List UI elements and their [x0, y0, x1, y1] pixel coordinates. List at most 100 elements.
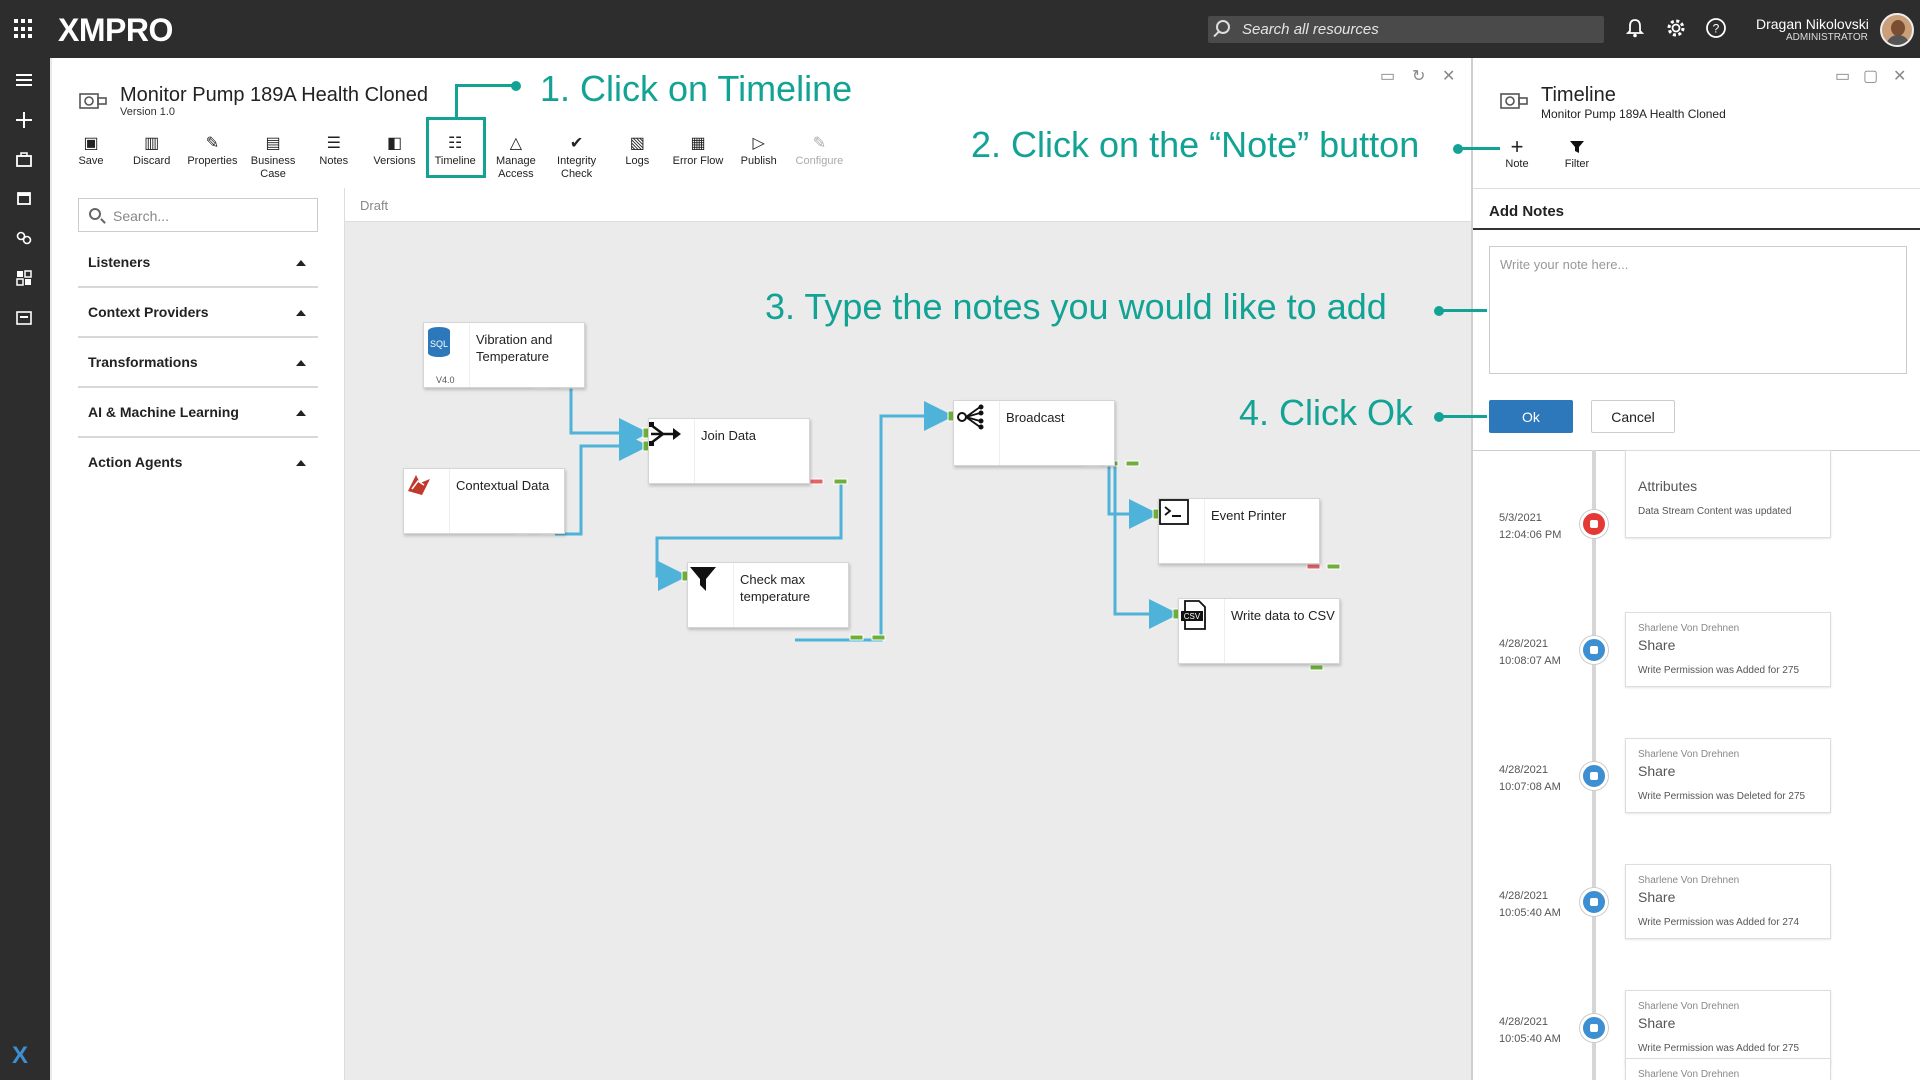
- add-notes-header: Add Notes: [1473, 188, 1920, 230]
- toolbar-discard-button[interactable]: ▥ Discard: [123, 133, 181, 168]
- filter-icon: [688, 563, 734, 627]
- refresh-icon[interactable]: ↻: [1412, 66, 1425, 86]
- user-name[interactable]: Dragan Nikolovski: [1756, 16, 1869, 32]
- toolbar-button-label: Notes: [319, 155, 349, 167]
- timeline-share-icon: [1580, 636, 1608, 664]
- ok-button[interactable]: Ok: [1489, 400, 1573, 433]
- note-button[interactable]: + Note: [1497, 136, 1537, 171]
- timeline-description: Write Permission was Added for 275: [1638, 665, 1800, 676]
- timeline-share-icon: [1580, 888, 1608, 916]
- toolbar-button-label: Logs: [625, 155, 650, 167]
- join-icon: [649, 419, 695, 483]
- xmpro-logo: XMPRO: [58, 12, 173, 48]
- timeline-user: Sharlene Von Drehnen: [1638, 875, 1740, 886]
- node-check-max-temperature[interactable]: Check max temperature: [687, 562, 849, 628]
- timeline-card[interactable]: Attributes Data Stream Content was updat…: [1625, 450, 1831, 538]
- toolbar-error-flow-button[interactable]: ▦ Error Flow: [669, 133, 727, 168]
- node-label: Event Printer: [1211, 508, 1287, 523]
- minimize-icon[interactable]: ▭: [1835, 66, 1850, 86]
- app-grid-icon[interactable]: [14, 19, 34, 39]
- timeline-date: 4/28/2021 10:05:40 AM: [1499, 890, 1561, 919]
- node-vibration-temperature[interactable]: SQL Vibration and Temperature V4.0: [423, 322, 585, 388]
- category-action-agents[interactable]: Action Agents: [78, 438, 318, 488]
- broadcast-icon: [954, 401, 1000, 465]
- toolbox-sidebar: Search... Listeners Context Providers Tr…: [52, 188, 344, 1080]
- toolbar-business-case-button[interactable]: ▤ Business Case: [244, 133, 302, 181]
- briefcase-nav-icon[interactable]: [13, 150, 35, 172]
- timeline-card[interactable]: Sharlene Von Drehnen Share Write Permiss…: [1625, 738, 1831, 813]
- port-error: [1306, 563, 1321, 570]
- bell-icon[interactable]: [1623, 17, 1647, 41]
- node-event-printer[interactable]: Event Printer: [1158, 498, 1320, 564]
- timeline-card[interactable]: Sharlene Von Drehnen Share Write Permiss…: [1625, 612, 1831, 687]
- global-search-input[interactable]: Search all resources: [1208, 16, 1604, 43]
- gear-icon[interactable]: [1664, 17, 1688, 41]
- category-ai-ml[interactable]: AI & Machine Learning: [78, 388, 318, 438]
- toolbar-button-label: Versions: [373, 155, 416, 167]
- pump-icon: [1500, 93, 1528, 109]
- category-context-providers[interactable]: Context Providers: [78, 288, 318, 338]
- timeline-action: Share: [1638, 637, 1676, 653]
- toolbar-configure-button: ✎ Configure: [790, 133, 848, 168]
- dashboard-nav-icon[interactable]: [13, 268, 35, 290]
- help-icon[interactable]: ?: [1704, 17, 1728, 41]
- node-join-data[interactable]: Join Data: [648, 418, 810, 484]
- page-title: Monitor Pump 189A Health Cloned: [120, 84, 428, 106]
- node-contextual-data[interactable]: Contextual Data: [403, 468, 565, 534]
- data-stream-designer: Monitor Pump 189A Health Cloned Version …: [52, 58, 1473, 1080]
- top-bar: XMPRO Search all resources ? Dragan Niko…: [0, 0, 1920, 58]
- timeline-card[interactable]: Sharlene Von Drehnen Share Write Permiss…: [1625, 864, 1831, 939]
- toolbar-save-button[interactable]: ▣ Save: [62, 133, 120, 168]
- minimize-icon[interactable]: ▭: [1380, 66, 1395, 86]
- versions-icon: ◧: [386, 135, 403, 152]
- briefcase-icon: ▤: [265, 135, 281, 152]
- toolbar-integrity-check-button[interactable]: ✔ Integrity Check: [548, 133, 606, 181]
- menu-icon[interactable]: [13, 70, 35, 92]
- annotation-line: [1458, 147, 1500, 150]
- avatar[interactable]: [1880, 13, 1914, 47]
- timeline-share-icon: [1580, 1014, 1608, 1042]
- timeline-description: Write Permission was Added for 274: [1638, 917, 1800, 928]
- toolbar-publish-button[interactable]: ▷ Publish: [730, 133, 788, 168]
- caret-up-icon: [296, 410, 306, 416]
- category-listeners[interactable]: Listeners: [78, 238, 318, 288]
- note-textarea[interactable]: [1489, 246, 1907, 374]
- timeline-date: 4/28/2021 10:05:40 AM: [1499, 1016, 1561, 1045]
- annotation-step-4: 4. Click Ok: [1239, 392, 1414, 433]
- node-label: Check max temperature: [740, 572, 811, 604]
- timeline-card[interactable]: Sharlene Von Drehnen: [1625, 1058, 1831, 1080]
- toolbox-search-input[interactable]: Search...: [78, 198, 318, 232]
- recommendations-nav-icon[interactable]: [13, 308, 35, 330]
- close-icon[interactable]: ✕: [1442, 66, 1455, 86]
- port-error: [809, 478, 824, 485]
- toolbar-button-label: Save: [78, 155, 104, 167]
- funnel-icon: [1557, 136, 1597, 158]
- calendar-nav-icon[interactable]: [13, 188, 35, 210]
- toolbar-manage-access-button[interactable]: △ Manage Access: [487, 133, 545, 181]
- category-label: Context Providers: [88, 304, 209, 320]
- port-out: [1125, 460, 1140, 467]
- trash-icon: ▥: [144, 135, 160, 152]
- svg-text:?: ?: [1713, 22, 1720, 36]
- filter-button-label: Filter: [1564, 158, 1590, 170]
- annotation-line: [1439, 309, 1487, 312]
- toolbar-logs-button[interactable]: ▧ Logs: [608, 133, 666, 168]
- error-flow-icon: ▦: [690, 135, 706, 152]
- node-label: Broadcast: [1006, 410, 1065, 425]
- category-transformations[interactable]: Transformations: [78, 338, 318, 388]
- filter-button[interactable]: Filter: [1557, 136, 1597, 170]
- node-write-data-to-csv[interactable]: CSV Write data to CSV: [1178, 598, 1340, 664]
- xmpro-x-icon[interactable]: X: [12, 1042, 28, 1070]
- plus-icon[interactable]: [13, 110, 35, 132]
- timeline-card[interactable]: Sharlene Von Drehnen Share Write Permiss…: [1625, 990, 1831, 1065]
- cancel-button[interactable]: Cancel: [1591, 400, 1675, 433]
- toolbar-notes-button[interactable]: ☰ Notes: [305, 133, 363, 168]
- toolbar-properties-button[interactable]: ✎ Properties: [183, 133, 241, 168]
- node-broadcast[interactable]: Broadcast: [953, 400, 1115, 466]
- node-label: Write data to CSV: [1231, 608, 1335, 623]
- maximize-icon[interactable]: ▢: [1863, 66, 1878, 86]
- annotation-step-2: 2. Click on the “Note” button: [971, 124, 1420, 165]
- toolbar-versions-button[interactable]: ◧ Versions: [366, 133, 424, 168]
- close-icon[interactable]: ✕: [1893, 66, 1906, 86]
- agents-nav-icon[interactable]: [13, 228, 35, 250]
